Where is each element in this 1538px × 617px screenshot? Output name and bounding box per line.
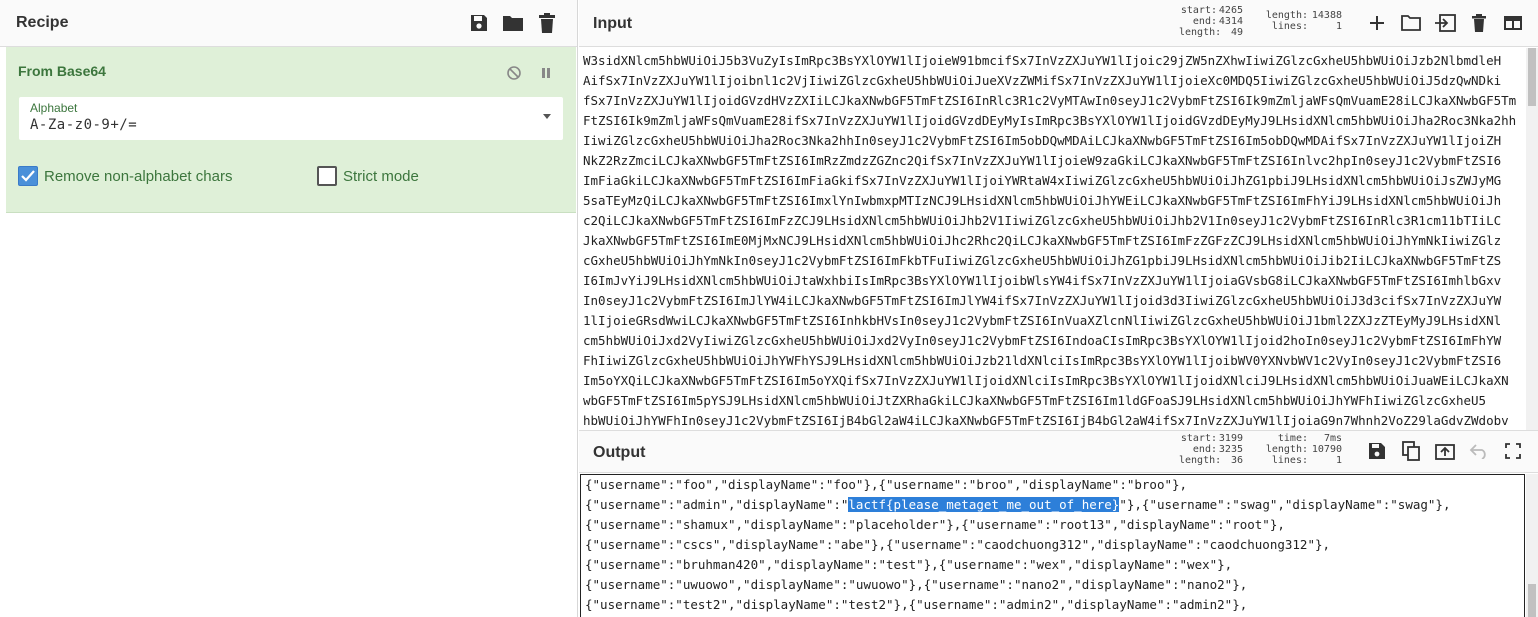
save-icon[interactable] — [465, 9, 493, 37]
input-line: fSx7InVzZXJuYW1lIjoidGVzdHVzZXIiLCJkaXNw… — [583, 93, 1517, 108]
input-line: W3sidXNlcm5hbWUiOiJ5b3VuZyIsImRpc3BsYXlO… — [583, 53, 1502, 68]
save-output-icon[interactable] — [1363, 437, 1391, 465]
output-line: {"username":"cscs","displayName":"abe"},… — [585, 537, 1331, 552]
operation-title: From Base64 — [18, 63, 106, 79]
strict-mode-option[interactable]: Strict mode — [317, 166, 419, 186]
layout-icon[interactable] — [1499, 9, 1527, 37]
input-line: Im5oYXQiLCJkaXNwbGF5TmFtZSI6Im5oYXQifSx7… — [583, 373, 1509, 388]
maximise-icon[interactable] — [1499, 437, 1527, 465]
pause-icon[interactable] — [532, 59, 560, 87]
copy-icon[interactable] — [1397, 437, 1425, 465]
replace-input-icon[interactable] — [1431, 437, 1459, 465]
output-line: {"username":"bruhman420","displayName":"… — [585, 557, 1233, 572]
input-line: hbWUiOiJhYWFhIn0seyJ1c2VybmFtZSI6IjB4bGl… — [583, 413, 1509, 428]
output-scrollbar[interactable] — [1526, 474, 1538, 617]
delete-input-icon[interactable] — [1465, 9, 1493, 37]
folder-icon[interactable] — [499, 9, 527, 37]
input-line: FtZSI6Ik9mZmljaWFsQmVuamE28ifSx7InVzZXJu… — [583, 113, 1517, 128]
alphabet-value: A-Za-z0-9+/= — [30, 117, 138, 133]
input-line: IiwiZGlzcGxheU5hbWUiOiJha2Roc3Nka2hhIn0s… — [583, 133, 1502, 148]
input-header: Input start: 4265 end: 4314 length: 49 leng… — [579, 0, 1538, 47]
selected-flag-text: lactf{please_metaget_me_out_of_here} — [848, 497, 1120, 512]
output-line: {"username":"admin","displayName":"lactf… — [585, 497, 1451, 512]
output-line: {"username":"uwuowo","displayName":"uwuo… — [585, 577, 1248, 592]
input-pane: Input start: 4265 end: 4314 length: 49 leng… — [579, 0, 1538, 430]
output-header: Output start: 3199 end: 3235 length: 36 tim… — [579, 431, 1538, 473]
alphabet-label: Alphabet — [30, 101, 78, 115]
recipe-title: Recipe — [16, 14, 69, 31]
input-line: c2QiLCJkaXNwbGF5TmFtZSI6ImFzZCJ9LHsidXNl… — [583, 213, 1502, 228]
input-line: cGxheU5hbWUiOiJhYmNkIn0seyJ1c2VybmFtZSI6… — [583, 253, 1502, 268]
remove-non-alphabet-option[interactable]: Remove non-alphabet chars — [18, 166, 232, 186]
caret-down-icon[interactable] — [543, 114, 551, 119]
input-selection-stats: start: 4265 end: 4314 length: 49 — [1179, 5, 1243, 38]
output-total-stats: time: 7ms length: 10790 lines: 1 — [1265, 433, 1342, 466]
undo-icon — [1465, 437, 1493, 465]
open-folder-icon[interactable] — [1397, 9, 1425, 37]
trash-icon[interactable] — [533, 9, 561, 37]
alphabet-select[interactable]: Alphabet A-Za-z0-9+/= — [19, 97, 563, 140]
input-line: In0seyJ1c2VybmFtZSI6ImJlYW4iLCJkaXNwbGF5… — [583, 293, 1502, 308]
input-title: Input — [593, 15, 633, 32]
output-scroll-thumb[interactable] — [1528, 584, 1536, 617]
input-total-stats: length: 14388 lines: 1 — [1265, 10, 1342, 32]
disable-icon[interactable] — [500, 59, 528, 87]
input-line: I6ImJvYiJ9LHsidXNlcm5hbWUiOiJtaWxhbiIsIm… — [583, 273, 1502, 288]
strict-mode-label: Strict mode — [343, 167, 419, 185]
input-line: 1lIjoieGRsdWwiLCJkaXNwbGF5TmFtZSI6InhkbH… — [583, 313, 1502, 328]
input-line: wbGF5TmFtZSI6Im5pYSJ9LHsidXNlcm5hbWUiOiJ… — [583, 393, 1487, 408]
output-pane: Output start: 3199 end: 3235 length: 36 tim… — [579, 430, 1538, 617]
checkbox-checked-icon[interactable] — [18, 166, 38, 186]
recipe-panel: Recipe From Base64 Alphabet A-Za-z0-9+/=… — [0, 0, 578, 617]
import-icon[interactable] — [1431, 9, 1459, 37]
output-line: {"username":"shamux","displayName":"plac… — [585, 517, 1285, 532]
output-selection-stats: start: 3199 end: 3235 length: 36 — [1179, 433, 1243, 466]
operation-from-base64[interactable]: From Base64 Alphabet A-Za-z0-9+/= Remove… — [6, 47, 576, 213]
output-line: {"username":"test2","displayName":"test2… — [585, 597, 1248, 612]
checkbox-unchecked-icon[interactable] — [317, 166, 337, 186]
output-title: Output — [593, 444, 646, 461]
input-line: NkZ2RzZmciLCJkaXNwbGF5TmFtZSI6ImRzZmdzZG… — [583, 153, 1502, 168]
input-line: JkaXNwbGF5TmFtZSI6ImE0MjMxNCJ9LHsidXNlcm… — [583, 233, 1502, 248]
input-line: cm5hbWUiOiJxd2VyIiwiZGlzcGxheU5hbWUiOiJx… — [583, 333, 1502, 348]
input-line: ImFiaGkiLCJkaXNwbGF5TmFtZSI6ImFiaGkifSx7… — [583, 173, 1502, 188]
recipe-header: Recipe — [0, 0, 577, 47]
pane-resize-handle[interactable] — [575, 400, 578, 440]
input-textarea[interactable]: W3sidXNlcm5hbWUiOiJ5b3VuZyIsImRpc3BsYXlO… — [583, 48, 1525, 430]
input-line: 5saTEyMzQiLCJkaXNwbGF5TmFtZSI6ImxlYnIwbm… — [583, 193, 1502, 208]
add-icon[interactable] — [1363, 9, 1391, 37]
input-scrollbar[interactable] — [1526, 48, 1538, 430]
output-line: {"username":"foo","displayName":"foo"},{… — [585, 477, 1188, 492]
input-line: FhIiwiZGlzcGxheU5hbWUiOiJhYWFhYSJ9LHsidX… — [583, 353, 1502, 368]
output-textarea[interactable]: {"username":"foo","displayName":"foo"},{… — [580, 474, 1525, 617]
input-line: AifSx7InVzZXJuYW1lIjoibnl1c2VjIiwiZGlzcG… — [583, 73, 1502, 88]
input-scroll-thumb[interactable] — [1528, 48, 1536, 106]
remove-non-alphabet-label: Remove non-alphabet chars — [44, 167, 233, 185]
